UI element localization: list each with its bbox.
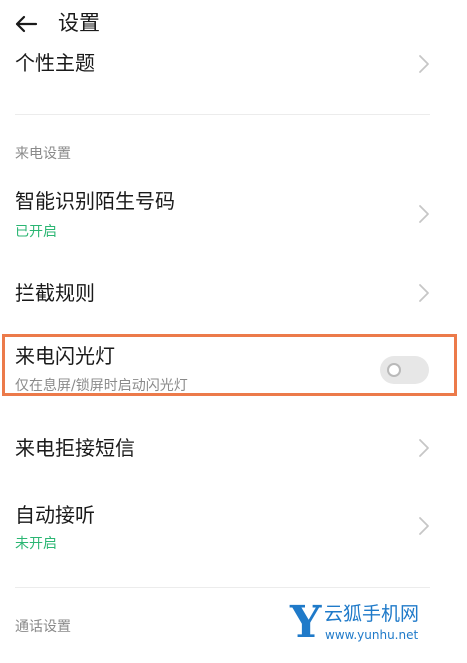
page-title: 设置 — [58, 11, 100, 35]
chevron-right-icon — [419, 205, 429, 223]
app-header: 设置 — [0, 0, 467, 50]
section-label-call: 通话设置 — [15, 619, 71, 635]
chevron-right-icon — [419, 517, 429, 535]
smart-identify-status: 已开启 — [15, 224, 57, 240]
back-button[interactable] — [8, 8, 44, 40]
list-item-block-rules[interactable]: 拦截规则 — [0, 265, 467, 321]
chevron-right-icon — [419, 55, 429, 73]
chevron-right-icon — [419, 284, 429, 302]
watermark-name: 云狐手机网 — [324, 603, 420, 625]
watermark-logo: Y 云狐手机网 www.yunhu.net — [284, 596, 464, 654]
list-item-theme[interactable]: 个性主题 — [0, 50, 467, 90]
auto-answer-title: 自动接听 — [15, 503, 95, 527]
reject-sms-title: 来电拒接短信 — [15, 436, 135, 460]
watermark-logo-letter: Y — [290, 597, 322, 648]
watermark-url: www.yunhu.net — [325, 628, 419, 642]
block-rules-title: 拦截规则 — [15, 281, 95, 305]
list-item-reject-sms[interactable]: 来电拒接短信 — [0, 420, 467, 476]
list-item-smart-identify[interactable]: 智能识别陌生号码 已开启 — [0, 180, 467, 250]
divider — [15, 587, 430, 588]
toggle-knob — [387, 363, 401, 377]
flash-light-subtitle: 仅在息屏/锁屏时启动闪光灯 — [15, 378, 188, 394]
smart-identify-title: 智能识别陌生号码 — [15, 189, 175, 213]
divider — [15, 114, 430, 115]
chevron-right-icon — [419, 439, 429, 457]
list-item-auto-answer[interactable]: 自动接听 未开启 — [0, 492, 467, 562]
theme-title: 个性主题 — [15, 51, 95, 75]
auto-answer-status: 未开启 — [15, 536, 57, 552]
arrow-left-icon — [15, 15, 38, 33]
section-label-incoming: 来电设置 — [15, 146, 71, 162]
flash-light-title: 来电闪光灯 — [15, 344, 115, 368]
flash-light-toggle[interactable] — [380, 356, 429, 384]
